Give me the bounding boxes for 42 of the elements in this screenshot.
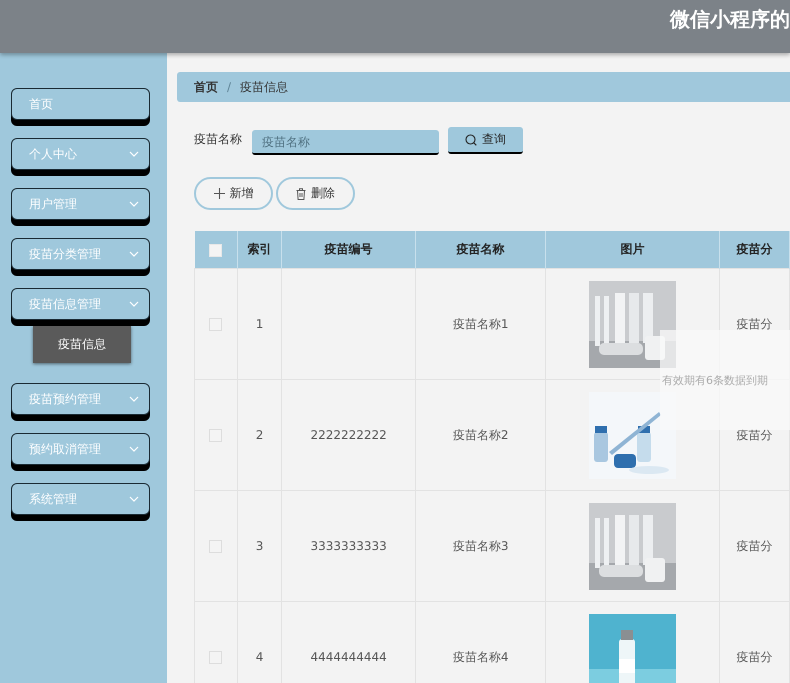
search-icon [465, 134, 477, 146]
delete-button[interactable]: 删除 [276, 177, 355, 210]
column-header: 索引 [248, 242, 272, 256]
plus-icon [214, 188, 224, 199]
sidebar-submenu-item[interactable]: 疫苗信息 [33, 326, 131, 363]
checkbox[interactable] [209, 244, 222, 257]
column-header: 图片 [620, 242, 645, 256]
search-field[interactable]: 疫苗名称 [252, 130, 439, 155]
search-button[interactable]: 查询 [448, 127, 523, 154]
table-cell: 2222222222 [310, 428, 387, 442]
table-cell: 疫苗分 [736, 650, 772, 664]
table-cell: 疫苗名称4 [452, 650, 509, 664]
table-cell: 疫苗名称3 [452, 538, 509, 552]
chevron-down-icon [129, 396, 139, 402]
chevron-down-icon [129, 301, 139, 307]
app-title: 微信小程序的 [670, 6, 790, 33]
search-label: 疫苗名称 [194, 131, 242, 148]
table-cell: 4444444444 [310, 650, 387, 664]
chevron-down-icon [129, 201, 139, 207]
table-cell: 2 [256, 428, 264, 442]
toast-message: 有效期有6条数据到期 [662, 372, 768, 388]
trash-icon [296, 188, 306, 200]
table-cell: 疫苗名称1 [452, 316, 509, 330]
table-cell: 疫苗分 [736, 428, 772, 442]
breadcrumb-link[interactable]: 疫苗信息 [240, 78, 288, 96]
table-cell: 疫苗分 [736, 316, 772, 330]
column-header: 疫苗名称 [456, 242, 505, 256]
column-header: 疫苗编号 [324, 242, 373, 256]
table-cell: 3 [256, 539, 264, 553]
chevron-down-icon [129, 151, 139, 157]
table-cell: 疫苗分 [736, 538, 772, 552]
table-cell: 1 [256, 317, 264, 331]
breadcrumb-link[interactable]: 首页 [194, 78, 218, 96]
add-button[interactable]: 新增 [194, 177, 273, 210]
table-cell: 4 [256, 650, 264, 664]
breadcrumb-separator: / [227, 80, 232, 94]
chevron-down-icon [129, 496, 139, 502]
column-header: 疫苗分 [736, 242, 772, 256]
chevron-down-icon [129, 446, 139, 452]
chevron-down-icon [129, 251, 139, 257]
table-cell: 疫苗名称2 [452, 428, 509, 442]
table-cell: 3333333333 [310, 539, 387, 553]
